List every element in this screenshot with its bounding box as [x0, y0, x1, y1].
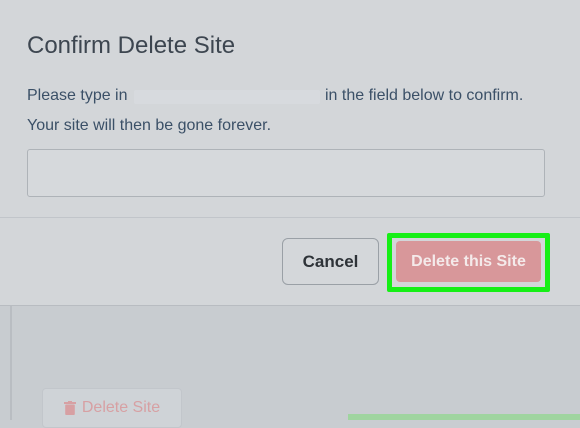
modal-divider [0, 217, 580, 218]
instruction-line-2: Your site will then be gone forever. [27, 117, 272, 134]
instruction-prefix: Please type in [27, 87, 128, 104]
cancel-button[interactable]: Cancel [282, 238, 379, 285]
redacted-site-name [134, 90, 320, 104]
modal-title: Confirm Delete Site [27, 32, 236, 59]
trash-icon [63, 401, 76, 415]
confirm-delete-modal: Confirm Delete Site Please type in in th… [0, 0, 580, 306]
instruction-suffix: in the field below to confirm. [325, 87, 524, 104]
background-delete-site-button: Delete Site [42, 388, 182, 428]
delete-this-site-button[interactable]: Delete this Site [396, 241, 541, 282]
background-delete-label: Delete Site [81, 399, 161, 416]
background-green-bar [348, 414, 580, 420]
confirm-site-name-input[interactable] [27, 149, 545, 197]
sidebar-divider [10, 306, 12, 420]
